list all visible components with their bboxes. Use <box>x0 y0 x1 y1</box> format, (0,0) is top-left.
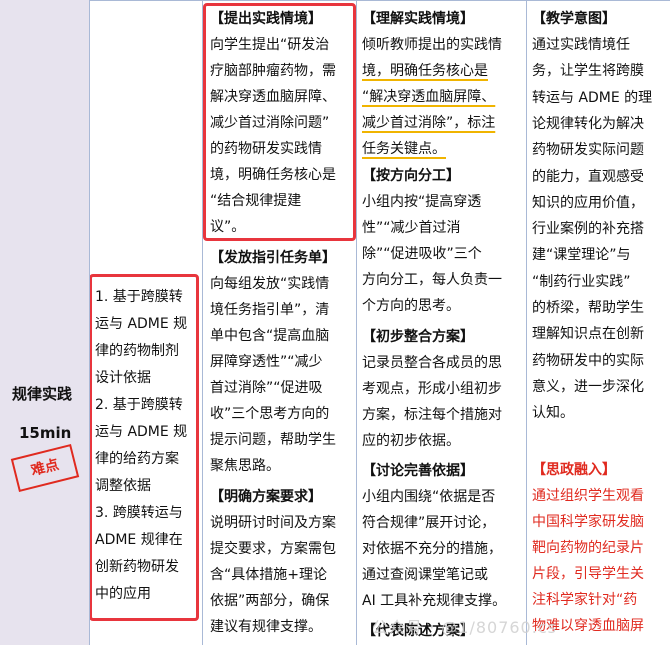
text-line: 药物研发实际问题 <box>532 142 644 159</box>
text-line: 论规律转化为解决 <box>532 115 644 132</box>
text-line: 律的药物制剂 <box>95 343 179 359</box>
text-line: 聚焦思路。 <box>210 458 280 474</box>
text-line: 行业案例的补充搭 <box>532 221 644 238</box>
text-line: 减少首过消除”，标注 <box>362 115 496 131</box>
teacher-section-heading: 【提出实践情境】 <box>210 11 322 27</box>
teacher-section-heading: 【发放指引任务单】 <box>210 250 336 266</box>
text-line: 个方向的思考。 <box>362 298 460 314</box>
text-line: 方向分工，每人负责一 <box>362 272 502 288</box>
text-line: 通过实践情境任 <box>532 37 630 53</box>
text-line: 转运与 ADME 的理 <box>532 89 653 106</box>
text-line: “结合规律提建 <box>210 193 302 209</box>
text-line: 认知。 <box>532 405 574 422</box>
intent-cell: 【教学意图】 通过实践情境任 务，让学生将跨膜 转运与 ADME 的理 论规律转化为解… <box>527 0 670 645</box>
text-line: 律的给药方案 <box>95 451 179 467</box>
text-line: 首过消除”“促进吸 <box>210 380 323 396</box>
stage-title: 规律实践 <box>12 385 73 403</box>
text-line: 运与 ADME 规 <box>95 316 188 332</box>
text-line: 说明研讨时间及方案 <box>210 515 336 531</box>
student-section-heading: 【初步整合方案】 <box>362 329 474 345</box>
text-line: 小组内围绕“依据是否 <box>362 489 496 505</box>
text-line: 任务关键点。 <box>362 141 446 157</box>
text-line: 中国科学家研发脑 <box>532 514 644 530</box>
text-line: 片段，引导学生关 <box>532 566 644 582</box>
text-line: 境任务指引单”，清 <box>210 302 330 318</box>
text-line: 知识的应用价值， <box>532 194 644 211</box>
text-line: 提示问题，帮助学生 <box>210 432 336 448</box>
text-line: 通过组织学生观看 <box>532 488 644 504</box>
text-line: 依据”两部分，确保 <box>210 593 330 609</box>
text-line: 应的初步依据。 <box>362 433 460 449</box>
text-line: 通过查阅课堂笔记或 <box>362 567 488 583</box>
text-line: 含“具体措施+理论 <box>210 567 327 583</box>
intent-section-heading: 【教学意图】 <box>532 11 616 27</box>
text-line: 中的应用 <box>95 586 151 602</box>
stage-label-cell: 规律实践 15min 难点 <box>0 0 89 645</box>
text-line: 方案，标注每个措施对 <box>362 407 502 423</box>
text-line: 3. 跨膜转运与 <box>95 505 183 521</box>
text-line: 注科学家针对“药 <box>532 592 638 608</box>
text-line: ADME 规律在 <box>95 532 183 548</box>
text-line: 向每组发放“实践情 <box>210 276 330 292</box>
text-line: 屏障穿透性”“减少 <box>210 354 323 370</box>
text-line: 务，让学生将跨膜 <box>532 63 644 80</box>
teacher-activity-cell: 【提出实践情境】 向学生提出“研发治 疗脑部肿瘤药物，需 解决穿透血脑屏障、 减少首过… <box>203 0 356 645</box>
text-line: 意义，进一步深化 <box>532 378 644 395</box>
text-line: 向学生提出“研发治 <box>210 37 330 53</box>
text-line: 2. 基于跨膜转 <box>95 397 183 413</box>
text-line: 的能力，直观感受 <box>532 168 644 185</box>
text-line: 减少首过消除问题” <box>210 115 330 131</box>
student-section-heading: 【讨论完善依据】 <box>362 463 474 479</box>
text-line: 小组内按“提高穿透 <box>362 194 482 210</box>
text-line: 调整依据 <box>95 478 151 494</box>
difficulty-stamp: 难点 <box>10 444 80 492</box>
content-cell: 1. 基于跨膜转 运与 ADME 规律的药物制剂 设计依据 2. 基于跨膜转 运与 AD… <box>90 0 202 645</box>
text-line: 的药物研发实践情 <box>210 141 322 157</box>
text-line: 除”“促进吸收”三个 <box>362 246 482 262</box>
text-line: 议”。 <box>210 219 246 235</box>
text-line: 靶向药物的纪录片 <box>532 540 644 556</box>
text-line: 倾听教师提出的实践情 <box>362 37 502 53</box>
text-line: 对依据不充分的措施， <box>362 541 502 557</box>
text-line: 药物研发中的实际 <box>532 352 644 369</box>
text-line: 符合规律”展开讨论， <box>362 515 496 531</box>
text-line: 的桥梁，帮助学生 <box>532 300 644 316</box>
text-line: “制药行业实践” <box>532 273 631 290</box>
text-line: 创新药物研发 <box>95 559 179 575</box>
text-line: AI 工具补充规律支撑。 <box>362 593 507 609</box>
watermark: 公众号 · @1/80760.cs <box>372 618 557 637</box>
student-activity-cell: 【理解实践情境】 倾听教师提出的实践情 境，明确任务核心是 “解决穿透血脑屏障、 减少… <box>357 0 526 645</box>
text-line: 单中包含“提高血脑 <box>210 328 330 344</box>
ideology-section-heading: 【思政融入】 <box>532 462 616 478</box>
text-line: 性”“减少首过消 <box>362 220 461 236</box>
text-line: 提交要求，方案需包 <box>210 541 336 557</box>
text-line: 境，明确任务核心是 <box>210 167 336 183</box>
text-line: 记录员整合各成员的思 <box>362 355 502 371</box>
teacher-section-heading: 【明确方案要求】 <box>210 489 322 505</box>
student-section-heading: 【按方向分工】 <box>362 168 460 184</box>
text-line: “解决穿透血脑屏障、 <box>362 89 496 105</box>
text-line: 设计依据 <box>95 370 151 386</box>
text-line: 运与 ADME 规 <box>95 424 188 440</box>
text-line: 疗脑部肿瘤药物，需 <box>210 63 336 79</box>
text-line: 境，明确任务核心是 <box>362 63 488 79</box>
text-line: 收”三个思考方向的 <box>210 406 330 422</box>
student-section-heading: 【理解实践情境】 <box>362 11 474 27</box>
stage-duration: 15min <box>19 424 72 442</box>
text-line: 理解知识点在创新 <box>532 326 644 343</box>
text-line: 建“课堂理论”与 <box>532 247 631 264</box>
text-line: 建议有规律支撑。 <box>210 619 322 635</box>
text-line: 1. 基于跨膜转 <box>95 289 183 305</box>
text-line: 解决穿透血脑屏障、 <box>210 89 336 105</box>
text-line: 考观点，形成小组初步 <box>362 381 502 397</box>
